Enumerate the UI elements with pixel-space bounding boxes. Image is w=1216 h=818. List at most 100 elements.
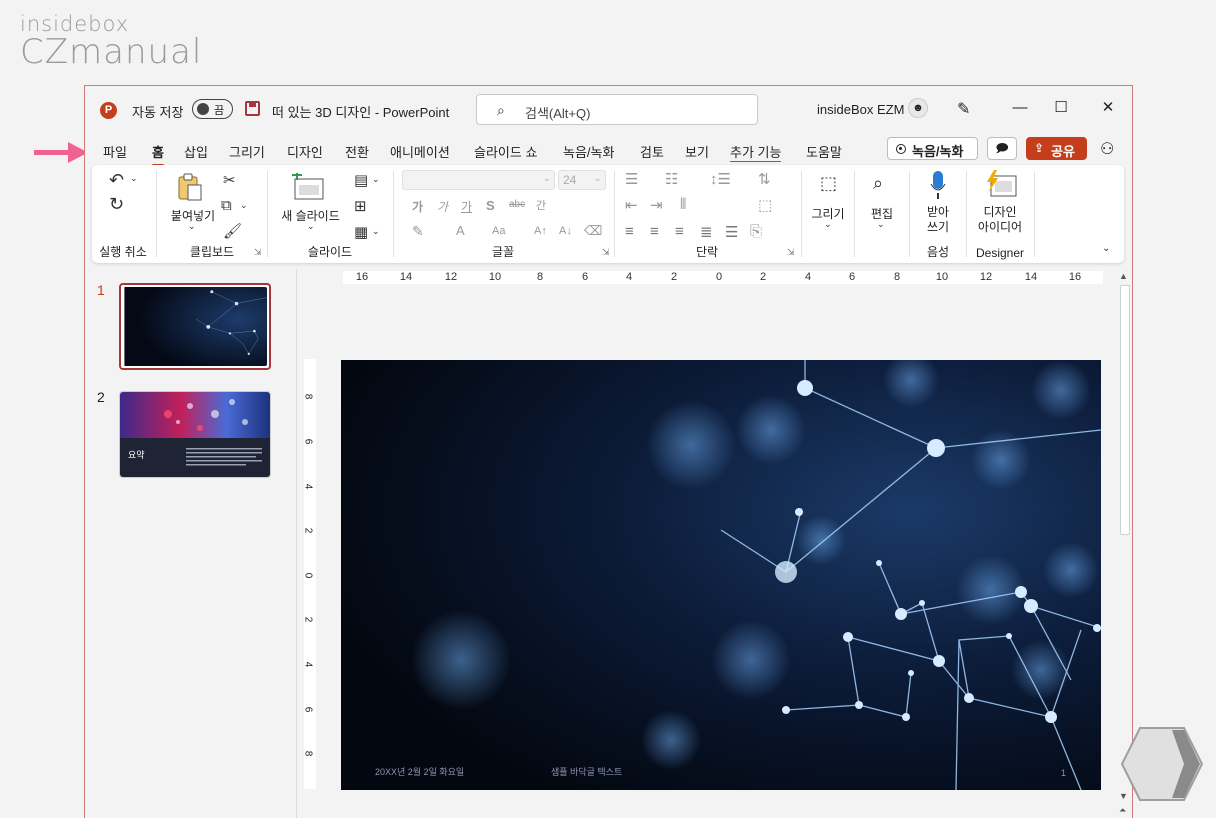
scroll-up-icon[interactable]: ▲: [1119, 271, 1128, 281]
font-size-select[interactable]: 24 ⌄: [558, 170, 606, 190]
highlight-icon[interactable]: ✎: [412, 223, 424, 240]
change-case-icon[interactable]: Aa: [492, 225, 505, 237]
align-text-icon[interactable]: ⬚: [758, 196, 772, 214]
share-button[interactable]: ⇪ 공유: [1026, 137, 1087, 160]
dialog-launcher-icon[interactable]: ⇲: [602, 247, 610, 258]
format-painter-icon[interactable]: 🖌: [223, 222, 242, 240]
horizontal-ruler[interactable]: 16 14 12 10 8 6 4 2 0 2 4 6 8 10 12 14 1…: [343, 271, 1103, 284]
comments-button[interactable]: 🗩: [987, 137, 1017, 160]
layout-icon[interactable]: ▤: [354, 171, 368, 189]
save-icon[interactable]: [245, 101, 260, 116]
redo-icon[interactable]: ↻: [109, 194, 124, 215]
share-icon: ⇪: [1034, 141, 1045, 155]
columns-icon[interactable]: ⫴: [680, 196, 686, 213]
tab-record[interactable]: 녹음/녹화: [563, 142, 614, 161]
chevron-down-icon[interactable]: ⌄: [307, 221, 315, 232]
close-button[interactable]: ✕: [1098, 98, 1118, 118]
tab-addins[interactable]: 추가 기능: [730, 142, 782, 162]
spacing-button[interactable]: 간: [536, 197, 546, 213]
chevron-down-icon: ⌄: [543, 173, 551, 183]
font-color-icon[interactable]: A: [456, 223, 465, 238]
slide-thumbnail-1[interactable]: [119, 283, 271, 370]
chevron-down-icon[interactable]: ⌄: [824, 219, 832, 230]
bold-button[interactable]: 가: [412, 198, 423, 215]
shapes-icon[interactable]: ⬚: [820, 173, 837, 194]
dictate-label[interactable]: 받아 쓰기: [910, 205, 966, 235]
align-right-icon[interactable]: ≡: [675, 223, 684, 240]
chevron-down-icon[interactable]: ⌄: [240, 200, 248, 211]
text-direction-icon[interactable]: ⇅: [758, 170, 771, 188]
chevron-down-icon[interactable]: ⌄: [372, 174, 380, 185]
numbering-icon[interactable]: ☷: [665, 170, 678, 188]
tab-file[interactable]: 파일: [103, 142, 127, 161]
shadow-button[interactable]: S: [486, 198, 495, 213]
ruler-label: 2: [670, 271, 678, 283]
maximize-button[interactable]: ☐: [1051, 98, 1071, 118]
undo-icon[interactable]: ↶: [109, 170, 124, 191]
tab-slideshow[interactable]: 슬라이드 쇼: [474, 142, 537, 161]
line-spacing-icon[interactable]: ↕☰: [710, 170, 731, 188]
find-icon[interactable]: ⌕: [873, 173, 883, 194]
paste-icon[interactable]: [177, 173, 203, 203]
shrink-font-icon[interactable]: A↓: [559, 225, 572, 237]
search-input[interactable]: ⌕ 검색(Alt+Q): [476, 94, 758, 125]
strikethrough-button[interactable]: abc: [509, 199, 525, 210]
slide-page-number[interactable]: 1: [1061, 768, 1066, 778]
ruler-label: 12: [444, 271, 458, 283]
distributed-icon[interactable]: ☰: [725, 223, 738, 241]
dialog-launcher-icon[interactable]: ⇲: [254, 247, 262, 258]
autosave-toggle[interactable]: 끔: [192, 99, 233, 119]
vertical-ruler[interactable]: 8 6 4 2 0 2 4 6 8: [302, 359, 316, 789]
design-ideas-icon[interactable]: [986, 170, 1018, 198]
tab-insert[interactable]: 삽입: [184, 142, 208, 161]
previous-slide-icon[interactable]: ⏶: [1119, 805, 1126, 816]
tab-home[interactable]: 홈: [152, 142, 164, 167]
tab-design[interactable]: 디자인: [287, 142, 323, 161]
chevron-down-icon[interactable]: ⌄: [372, 226, 380, 237]
bullets-icon[interactable]: ☰: [625, 170, 638, 188]
increase-indent-icon[interactable]: ⇥: [650, 196, 663, 214]
dialog-launcher-icon[interactable]: ⇲: [787, 247, 795, 258]
decrease-indent-icon[interactable]: ⇤: [625, 196, 638, 214]
justify-icon[interactable]: ≣: [700, 223, 713, 241]
align-left-icon[interactable]: ≡: [625, 223, 634, 240]
chevron-down-icon[interactable]: ⌄: [877, 219, 885, 230]
microphone-icon[interactable]: [930, 170, 946, 200]
avatar[interactable]: ☻: [908, 98, 928, 118]
account-name[interactable]: insideBox EZM: [817, 102, 904, 117]
pen-icon[interactable]: ✎: [957, 99, 970, 119]
smartart-icon[interactable]: ⎘: [750, 223, 762, 240]
italic-button[interactable]: 가: [437, 198, 448, 215]
cut-icon[interactable]: ✂: [223, 171, 236, 189]
slide-thumbnail-2[interactable]: 요약: [119, 391, 271, 478]
slide-canvas[interactable]: 20XX년 2월 2일 화요일 샘플 바닥글 텍스트 1: [341, 360, 1101, 790]
chevron-down-icon[interactable]: ⌄: [130, 173, 138, 184]
tab-draw[interactable]: 그리기: [229, 142, 265, 161]
scrollbar-thumb[interactable]: [1120, 285, 1130, 535]
ruler-label: 8: [536, 271, 544, 283]
grow-font-icon[interactable]: A↑: [534, 225, 547, 237]
underline-button[interactable]: 가: [461, 198, 472, 215]
tab-review[interactable]: 검토: [640, 142, 664, 161]
minimize-button[interactable]: —: [1010, 98, 1030, 118]
align-center-icon[interactable]: ≡: [650, 223, 659, 240]
copy-icon[interactable]: ⧉: [221, 197, 232, 214]
tab-transitions[interactable]: 전환: [345, 142, 369, 161]
designer-group-label: Designer: [975, 246, 1025, 260]
panel-divider[interactable]: [296, 269, 297, 818]
chevron-down-icon[interactable]: ⌄: [188, 221, 196, 232]
tab-animations[interactable]: 애니메이션: [390, 142, 450, 161]
section-icon[interactable]: ▦: [354, 223, 368, 241]
font-name-select[interactable]: ⌄: [402, 170, 555, 190]
slide-footer-text[interactable]: 샘플 바닥글 텍스트: [551, 765, 622, 778]
tab-help[interactable]: 도움말: [806, 142, 842, 161]
coauthor-icon[interactable]: ⚇: [1100, 139, 1114, 159]
new-slide-icon[interactable]: [291, 173, 325, 201]
ribbon-expand-icon[interactable]: ⌄: [1102, 243, 1110, 254]
tab-view[interactable]: 보기: [685, 142, 709, 161]
clear-format-icon[interactable]: ⌫: [584, 223, 602, 239]
slide-date[interactable]: 20XX년 2월 2일 화요일: [375, 765, 464, 778]
reset-icon[interactable]: ⊞: [354, 197, 367, 215]
design-ideas-label[interactable]: 디자인 아이디어: [967, 205, 1033, 235]
record-button[interactable]: 녹음/녹화: [887, 137, 978, 160]
